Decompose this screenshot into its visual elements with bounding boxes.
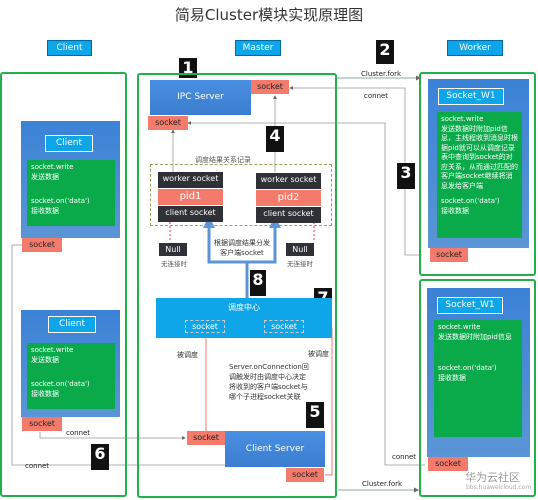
scheduler-socket-1: socket xyxy=(185,320,225,333)
client-box-2-label: Client xyxy=(48,316,96,333)
worker-2-code: socket.write 发送数据时附加pid信息 socket.on('dat… xyxy=(434,320,522,437)
record-1-worker-socket: worker socket xyxy=(158,172,223,188)
dispatch-note: 根据调度结果分发客户端socket xyxy=(214,239,270,257)
scheduler-socket-2: socket xyxy=(264,320,304,333)
worker-1-code: socket.write 发送数据时附加pid信息，主线程收到消息时根据pid就… xyxy=(437,112,522,238)
record-2-null: Null xyxy=(286,243,314,256)
diagram-title: 简易Cluster模块实现原理图 xyxy=(174,6,364,24)
connet-label-client2: connet xyxy=(66,429,91,437)
worker-1-box: Socket_W1 socket.write 发送数据时附加pid信息，主线程收… xyxy=(428,79,529,248)
scheduled-label-left: 被调度 xyxy=(177,351,198,359)
record-1-null: Null xyxy=(159,243,187,256)
connet-label-worker2: connet xyxy=(392,453,417,461)
client-2-on-data: socket.on('data') xyxy=(31,380,90,388)
client-server-socket-left: socket xyxy=(187,431,225,445)
record-1-null-note: 无连接时 xyxy=(161,260,187,268)
client-box-1: Client socket.write 发送数据 socket.on('data… xyxy=(21,121,120,238)
client-2-write: socket.write xyxy=(31,346,74,354)
on-connection-note: Server.onConnection回调触发时由调度中心决定将收到的客户端so… xyxy=(229,363,309,401)
client-box-2: Client socket.write 发送数据 socket.on('data… xyxy=(21,310,120,417)
scheduler-label: 调度中心 xyxy=(228,303,260,312)
record-2-worker-socket: worker socket xyxy=(256,173,321,189)
client-box-1-code: socket.write 发送数据 socket.on('data') 接收数据 xyxy=(27,160,115,226)
ipc-server-socket: socket xyxy=(251,80,289,94)
worker-2-socket: socket xyxy=(428,457,468,471)
worker-2-label: Socket_W1 xyxy=(437,297,503,314)
column-header-worker: Worker xyxy=(447,40,503,56)
connet-label-worker1: connet xyxy=(364,92,389,100)
record-2-null-note: 无连接时 xyxy=(287,260,313,268)
client-1-socket: socket xyxy=(22,238,62,252)
worker-2-box: Socket_W1 socket.write 发送数据时附加pid信息 sock… xyxy=(427,288,530,457)
client-server-socket-bottom: socket xyxy=(286,468,324,482)
client-1-on-data-desc: 接收数据 xyxy=(31,206,59,215)
record-1-client-socket: client socket xyxy=(158,206,223,222)
worker-1-socket: socket xyxy=(430,248,468,262)
cluster-fork-label-bottom: Cluster.fork xyxy=(362,480,403,488)
worker-2-write: socket.write xyxy=(438,323,481,331)
worker-2-on-data-desc: 接收数据 xyxy=(438,373,466,382)
master-socket: socket xyxy=(148,116,188,130)
schedule-record-title: 调度结果关系记录 xyxy=(195,156,251,164)
worker-2-write-desc: 发送数据时附加pid信息 xyxy=(438,332,512,341)
worker-1-write-desc: 发送数据时附加pid信息，主线程收到消息时根据pid就可以从调度记录表中查询到s… xyxy=(441,124,518,190)
watermark-sub: bbs.huaweicloud.com xyxy=(466,484,532,491)
record-2-client-socket: client socket xyxy=(256,207,321,223)
record-1-pid: pid1 xyxy=(158,189,223,205)
column-header-master: Master xyxy=(235,40,281,56)
worker-1-label: Socket_W1 xyxy=(438,88,504,105)
column-header-client: Client xyxy=(47,40,92,56)
client-server: Client Server xyxy=(225,431,325,467)
client-1-write: socket.write xyxy=(31,163,74,171)
step-2-badge: 2 xyxy=(376,40,394,64)
step-3-badge: 3 xyxy=(397,163,415,189)
client-box-1-label: Client xyxy=(45,135,93,152)
scheduler-center: 调度中心 socket socket xyxy=(156,298,332,338)
scheduled-label-right: 被调度 xyxy=(308,350,329,358)
worker-2-on-data: socket.on('data') xyxy=(438,364,497,372)
client-1-on-data: socket.on('data') xyxy=(31,197,90,205)
connet-label-client1: connet xyxy=(25,462,50,470)
worker-1-on-data: socket.on('data') xyxy=(441,197,500,205)
cluster-fork-label-top: Cluster.fork xyxy=(361,70,402,78)
watermark-main: 华为云社区 xyxy=(465,471,520,484)
worker-1-write: socket.write xyxy=(441,115,484,123)
worker-1-on-data-desc: 接收数据 xyxy=(441,206,469,215)
client-1-write-desc: 发送数据 xyxy=(31,172,59,181)
record-2-pid: pid2 xyxy=(256,190,321,206)
ipc-server: IPC Server xyxy=(150,80,251,115)
client-2-on-data-desc: 接收数据 xyxy=(31,389,59,398)
client-2-write-desc: 发送数据 xyxy=(31,355,59,364)
client-box-2-code: socket.write 发送数据 socket.on('data') 接收数据 xyxy=(27,343,115,409)
client-2-socket: socket xyxy=(22,417,62,431)
